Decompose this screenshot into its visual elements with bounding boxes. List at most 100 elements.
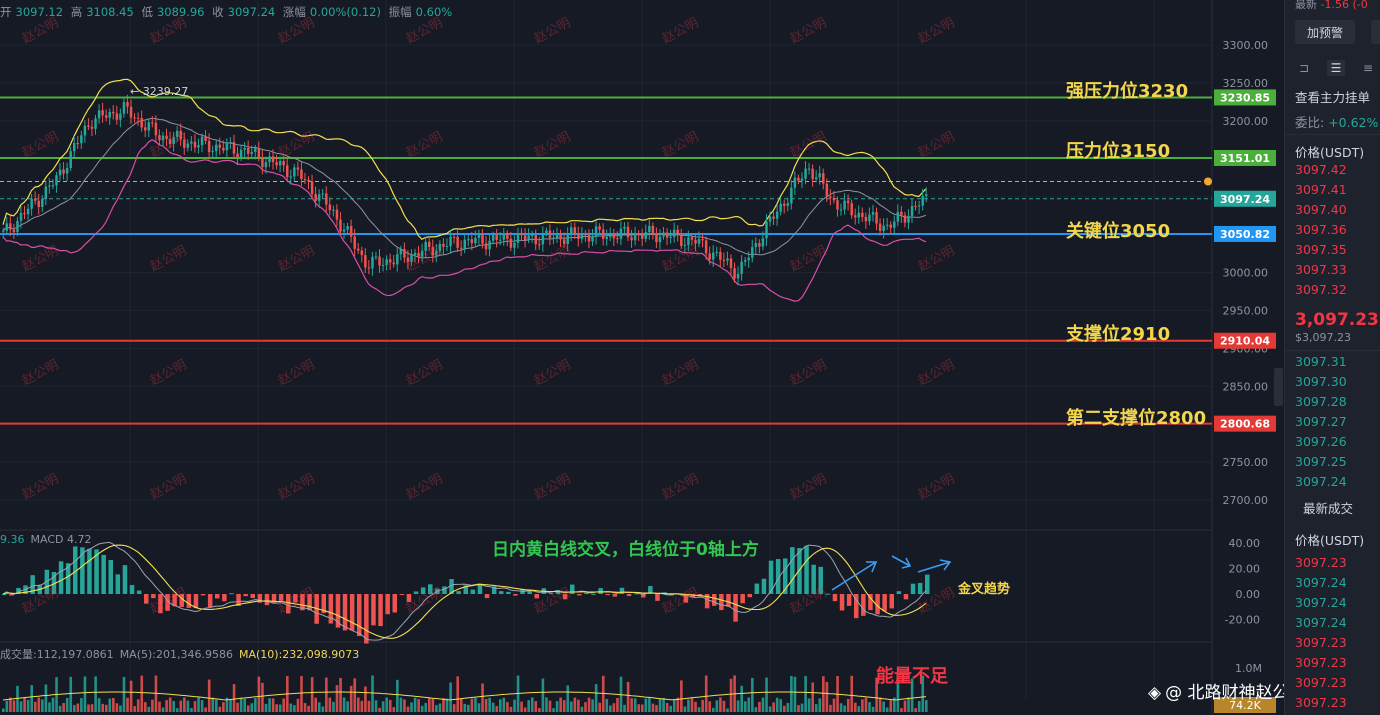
volume-bar [470,698,474,712]
list-view-icon[interactable]: ☰ [1327,60,1345,76]
candle-body [2,230,5,232]
volume-bar [548,700,552,712]
both-sides-view-icon[interactable]: ⊐ [1295,60,1313,76]
candle-body [495,235,498,240]
candle-body [562,239,566,245]
candle-body [126,102,129,107]
bid-price[interactable]: 3097.26 [1295,434,1347,449]
macd-histogram-bar [144,594,149,604]
ask-price[interactable]: 3097.33 [1295,262,1347,277]
volume-bar [502,697,506,712]
candle-body [360,250,364,256]
volume-bar [747,697,751,712]
bids-view-icon[interactable]: ≡ [1359,60,1377,76]
volume-bar [719,697,722,712]
current-price-tag-text: 3097.24 [1220,193,1270,206]
macd-histogram-bar [506,591,511,594]
candle-body [779,203,782,212]
trades-title[interactable]: 最新成交 [1303,498,1353,517]
candle-body [353,236,356,249]
volume-bar [765,677,768,712]
volume-bar [190,708,193,712]
panel-collapse-handle[interactable] [1274,368,1283,406]
trade-price[interactable]: 3097.23 [1295,655,1347,670]
bid-price[interactable]: 3097.25 [1295,454,1347,469]
close-label: 收 [212,5,224,19]
volume-bar [712,707,715,712]
candle-body [12,229,16,233]
volume-bar [264,703,268,712]
bid-price[interactable]: 3097.27 [1295,414,1347,429]
ask-price[interactable]: 3097.36 [1295,222,1347,237]
candlestick-chart[interactable]: ← 3239.27 3300.003250.003200.003150.0031… [0,0,1280,715]
volume-bar [12,700,16,712]
candle-body [385,259,388,265]
panel-extra-button[interactable] [1371,20,1380,44]
candle-body [917,205,921,207]
candle-body [161,135,165,141]
volume-bar [783,705,786,712]
candle-body [399,248,403,255]
ask-price[interactable]: 3097.41 [1295,182,1347,197]
volume-bar [641,704,644,712]
panel-top-info: 最新 -1.56 (-0 [1295,0,1368,12]
macd-histogram-bar [428,584,433,594]
macd-histogram-bar [761,578,767,594]
ask-price[interactable]: 3097.32 [1295,282,1347,297]
candle-body [644,232,648,239]
candle-body [672,229,676,237]
volume-bar [435,705,438,712]
trade-price[interactable]: 3097.23 [1295,635,1347,650]
candle-body [765,221,768,239]
candle-body [676,229,679,235]
macd-histogram-bar [811,564,816,594]
ask-price[interactable]: 3097.40 [1295,202,1347,217]
macd-histogram-bar [548,593,554,595]
orderbook-title[interactable]: 查看主力挂单 [1295,87,1370,106]
trade-price[interactable]: 3097.23 [1295,695,1347,710]
candle-body [669,236,672,238]
ask-price[interactable]: 3097.35 [1295,242,1347,257]
macd-value: MACD 4.72 [30,533,92,546]
candle-body [410,254,413,262]
trade-price[interactable]: 3097.24 [1295,615,1347,630]
bid-price[interactable]: 3097.28 [1295,394,1347,409]
volume-bar [374,700,378,712]
candle-body [374,256,378,258]
macd-histogram-bar [243,594,248,597]
volume-bar [672,699,676,712]
candle-body [76,143,80,145]
macd-histogram-bar [605,594,610,596]
candle-body [342,229,346,232]
macd-dif-value: 9.36 [0,533,25,546]
volume-bar [357,697,360,712]
candle-body [850,203,853,216]
trade-price[interactable]: 3097.24 [1295,595,1347,610]
candle-body [900,211,903,216]
bid-price[interactable]: 3097.24 [1295,474,1347,489]
macd-histogram-bar [101,554,106,594]
macd-histogram-bar [889,594,894,609]
volume-bar [665,702,669,712]
candle-body [175,130,179,137]
volume-bar [598,702,601,712]
macd-histogram-bar [250,594,255,599]
candle-body [179,130,182,140]
price-tick-label: 3200.00 [1223,115,1269,128]
panel-top-label: 最新 [1295,0,1317,11]
macd-tick-label: 0.00 [1236,588,1261,601]
bid-price[interactable]: 3097.31 [1295,354,1347,369]
trade-price[interactable]: 3097.23 [1295,555,1347,570]
ask-price[interactable]: 3097.42 [1295,162,1347,177]
amplitude-value: 0.60% [415,5,453,19]
volume-bar [51,697,55,712]
bid-price[interactable]: 3097.30 [1295,374,1347,389]
macd-histogram-bar [207,594,213,608]
candle-body [690,237,694,240]
add-alert-button[interactable]: 加预警 [1295,20,1355,44]
trade-price[interactable]: 3097.24 [1295,575,1347,590]
volume-bar [307,705,310,712]
candle-body [825,183,829,197]
trade-price[interactable]: 3097.23 [1295,675,1347,690]
macd-histogram-bar [58,561,64,594]
